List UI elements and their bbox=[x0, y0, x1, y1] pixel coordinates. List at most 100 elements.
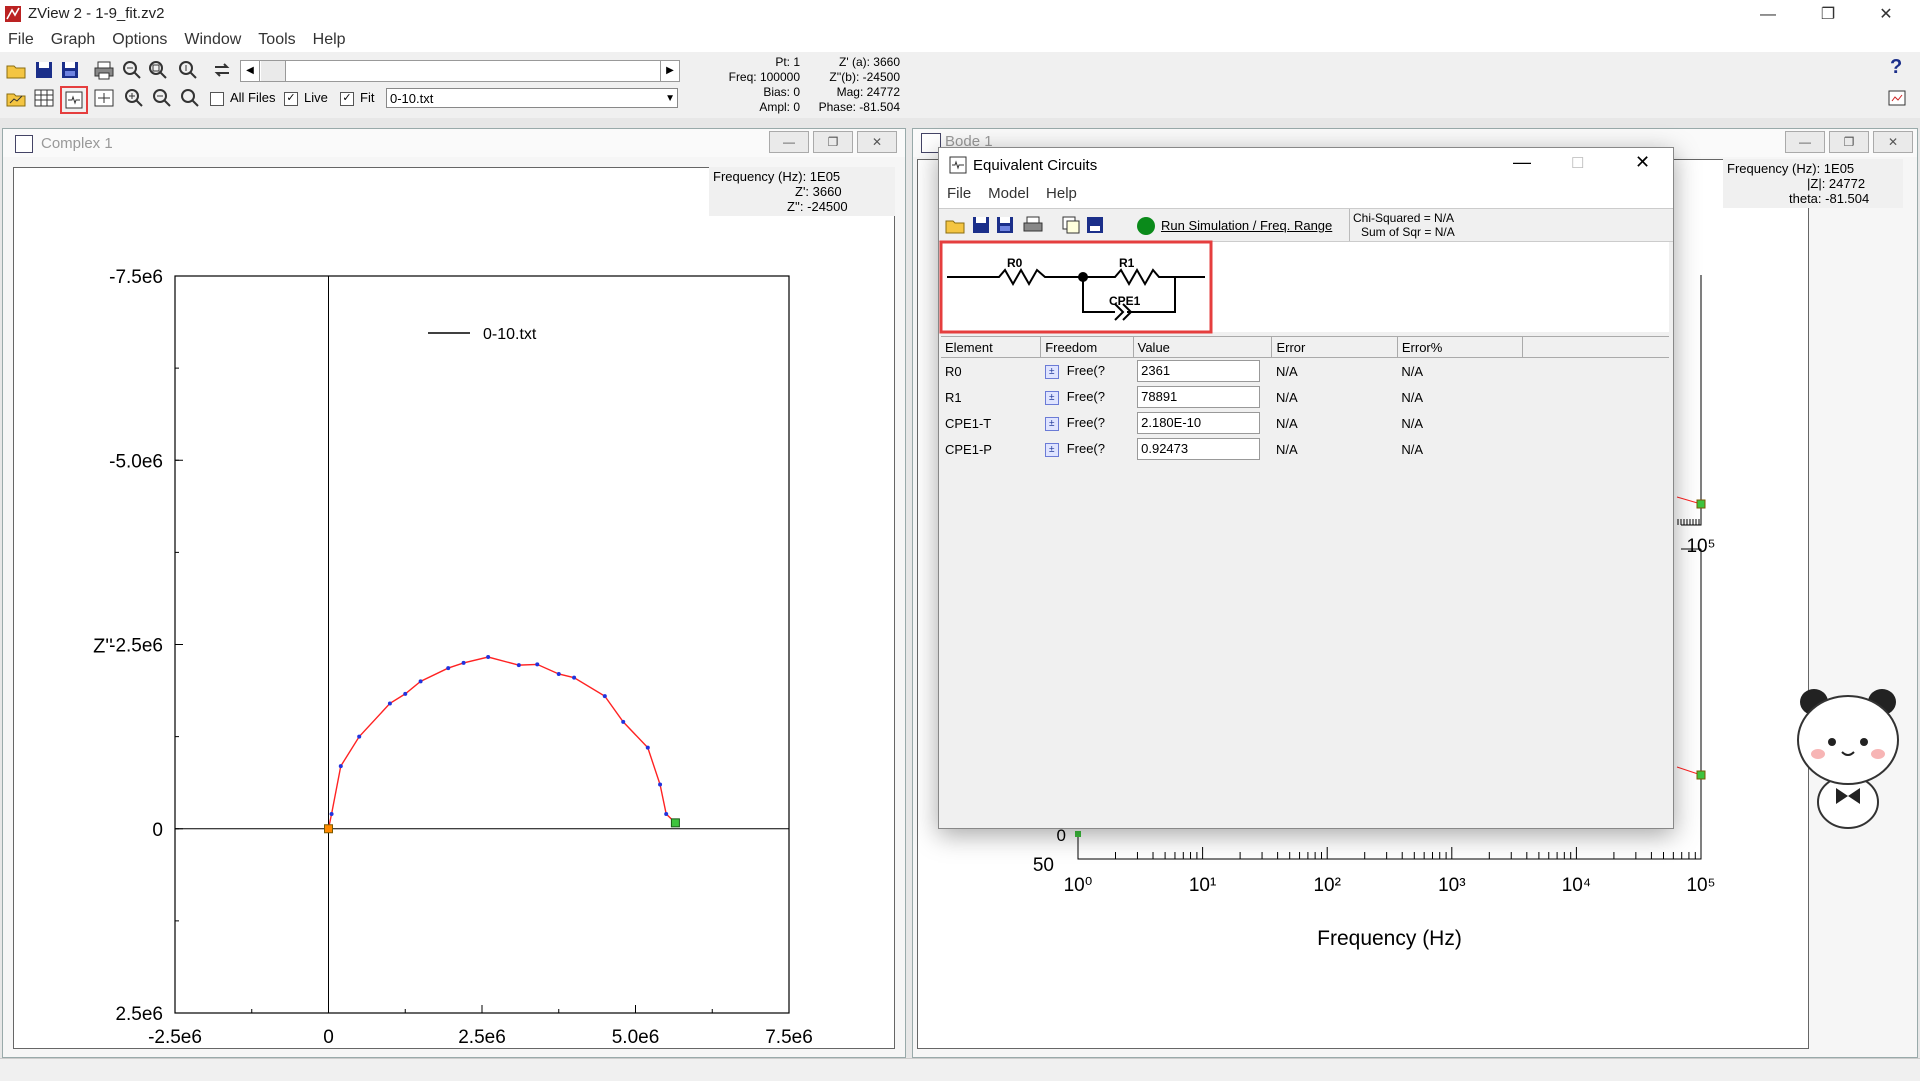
data-point bbox=[621, 719, 626, 724]
print-circuit-icon[interactable] bbox=[1021, 213, 1045, 237]
magnitude-panel-frame bbox=[1681, 275, 1702, 526]
column-header-value: Value bbox=[1133, 337, 1273, 358]
x-tick-label: 7.5e6 bbox=[765, 1027, 813, 1047]
context-help-icon[interactable] bbox=[1886, 86, 1910, 110]
value-input[interactable]: 2.180E-10 bbox=[1137, 412, 1261, 434]
column-header-blank bbox=[1522, 337, 1669, 358]
scroll-thumb[interactable] bbox=[261, 61, 286, 81]
cell-error: N/A bbox=[1275, 389, 1298, 405]
y-axis-label: Z'' bbox=[93, 636, 113, 658]
complex-close-button[interactable]: ✕ bbox=[857, 131, 897, 153]
menu-graph[interactable]: Graph bbox=[43, 28, 104, 49]
restore-button[interactable]: ❐ bbox=[1800, 2, 1856, 28]
fit-file-select[interactable]: 0-10.txt ▼ bbox=[386, 88, 678, 108]
close-button[interactable]: ✕ bbox=[1858, 2, 1914, 28]
cell-value[interactable]: 2.180E-10 bbox=[1133, 410, 1272, 436]
menu-help[interactable]: Help bbox=[305, 28, 355, 49]
live-checkbox[interactable]: ✓ bbox=[284, 92, 298, 106]
table-icon[interactable] bbox=[32, 86, 56, 110]
dialog-menu-file[interactable]: File bbox=[939, 182, 980, 202]
dialog-menu-model[interactable]: Model bbox=[980, 182, 1038, 202]
freedom-toggle-icon[interactable]: ± bbox=[1044, 390, 1059, 405]
column-header-element: Element bbox=[941, 337, 1042, 358]
nyquist-chart: -2.5e6 0 2.5e6 5.0e6 7.5e6 -7.5e6 -5.0e6 -2.5e6… bbox=[93, 267, 813, 1047]
cell-value[interactable]: 78891 bbox=[1133, 384, 1272, 410]
zoom-out-icon[interactable] bbox=[150, 86, 174, 110]
bode-minimize-button[interactable]: — bbox=[1785, 131, 1825, 153]
data-point bbox=[516, 663, 521, 668]
all-files-checkbox[interactable] bbox=[210, 92, 224, 106]
menu-window[interactable]: Window bbox=[176, 28, 250, 49]
value-input[interactable]: 2361 bbox=[1137, 360, 1261, 382]
dialog-maximize-button[interactable]: ☐ bbox=[1571, 154, 1584, 172]
fit-view-icon[interactable] bbox=[92, 86, 116, 110]
info-zb: Z''(b): -24500 bbox=[829, 70, 900, 84]
info-pt: Pt: 1 bbox=[775, 55, 800, 69]
value-input[interactable]: 0.92473 bbox=[1137, 438, 1261, 460]
freedom-toggle-icon[interactable]: ± bbox=[1044, 364, 1059, 379]
info-za: Z' (a): 3660 bbox=[839, 55, 900, 69]
data-point bbox=[461, 660, 466, 665]
circuit-label-r1[interactable]: R1 bbox=[1119, 256, 1134, 270]
data-point-scrollbar[interactable]: ◀ ▶ bbox=[240, 60, 680, 82]
cell-freedom[interactable]: ± Free(? bbox=[1041, 358, 1133, 385]
zoom-all-icon[interactable] bbox=[146, 58, 170, 82]
data-point bbox=[664, 812, 669, 817]
chevron-down-icon[interactable]: ▼ bbox=[665, 89, 675, 109]
cell-freedom[interactable]: ± Free(? bbox=[1041, 410, 1133, 436]
complex-maximize-button[interactable]: ❐ bbox=[813, 131, 853, 153]
cell-element: R1 bbox=[945, 389, 962, 405]
zoom-reset-icon[interactable] bbox=[176, 58, 200, 82]
dialog-menu-help[interactable]: Help bbox=[1038, 182, 1086, 202]
complex-minimize-button[interactable]: — bbox=[769, 131, 809, 153]
value-input[interactable]: 78891 bbox=[1137, 386, 1261, 408]
cell-freedom[interactable]: ± Free(? bbox=[1041, 384, 1133, 410]
open-graph-icon[interactable] bbox=[4, 86, 28, 110]
save-results-icon[interactable] bbox=[1083, 213, 1107, 237]
circuit-label-cpe1[interactable]: CPE1 bbox=[1109, 294, 1140, 308]
copy-circuit-icon[interactable] bbox=[1059, 213, 1083, 237]
cell-value[interactable]: 0.92473 bbox=[1133, 436, 1272, 462]
cell-element: CPE1-T bbox=[945, 415, 992, 431]
minimize-button[interactable]: — bbox=[1740, 2, 1796, 28]
bode-maximize-button[interactable]: ❐ bbox=[1829, 131, 1869, 153]
save-icon[interactable] bbox=[32, 58, 56, 82]
freq-tick-label: 10¹ bbox=[1189, 875, 1216, 896]
save-circuit-icon[interactable] bbox=[969, 213, 993, 237]
menu-options[interactable]: Options bbox=[104, 28, 176, 49]
print-icon[interactable] bbox=[92, 58, 116, 82]
fit-checkbox[interactable]: ✓ bbox=[340, 92, 354, 106]
table-row: R0 ± Free(? 2361 N/A N/A bbox=[941, 358, 1669, 385]
freq-tick-label: 10⁵ bbox=[1686, 875, 1715, 896]
swap-arrows-icon[interactable] bbox=[210, 58, 234, 82]
circuit-label-r0[interactable]: R0 bbox=[1007, 256, 1022, 270]
menu-tools[interactable]: Tools bbox=[250, 28, 304, 49]
freq-tick-label: 10² bbox=[1313, 875, 1340, 896]
dialog-minimize-button[interactable]: — bbox=[1513, 152, 1531, 173]
scroll-left-arrow-icon[interactable]: ◀ bbox=[241, 61, 260, 81]
save-circuit-as-icon[interactable] bbox=[993, 213, 1017, 237]
dialog-close-button[interactable]: ✕ bbox=[1635, 152, 1650, 173]
zoom-in-icon[interactable] bbox=[122, 86, 146, 110]
zoom-window-icon[interactable] bbox=[178, 86, 202, 110]
bode-close-button[interactable]: ✕ bbox=[1873, 131, 1913, 153]
freq-tick-label: 10³ bbox=[1438, 875, 1465, 896]
scroll-right-arrow-icon[interactable]: ▶ bbox=[660, 61, 679, 81]
menu-file[interactable]: File bbox=[0, 28, 43, 49]
cell-value[interactable]: 2361 bbox=[1133, 358, 1272, 385]
freedom-toggle-icon[interactable]: ± bbox=[1044, 416, 1059, 431]
cell-freedom[interactable]: ± Free(? bbox=[1041, 436, 1133, 462]
run-simulation-button[interactable]: Run Simulation / Freq. Range bbox=[1161, 218, 1332, 233]
help-icon[interactable]: ? bbox=[1890, 56, 1902, 79]
save-as-icon[interactable] bbox=[58, 58, 82, 82]
cell-error-pct: N/A bbox=[1401, 415, 1424, 431]
cell-error-pct: N/A bbox=[1401, 389, 1424, 405]
zoom-fit-icon[interactable] bbox=[120, 58, 144, 82]
open-circuit-icon[interactable] bbox=[943, 213, 967, 237]
run-status-dot[interactable] bbox=[1137, 217, 1155, 235]
open-folder-icon[interactable] bbox=[4, 58, 28, 82]
equivalent-circuits-icon[interactable] bbox=[60, 86, 88, 114]
data-point bbox=[602, 694, 607, 699]
zview-app-icon bbox=[4, 5, 22, 23]
freedom-toggle-icon[interactable]: ± bbox=[1044, 442, 1059, 457]
